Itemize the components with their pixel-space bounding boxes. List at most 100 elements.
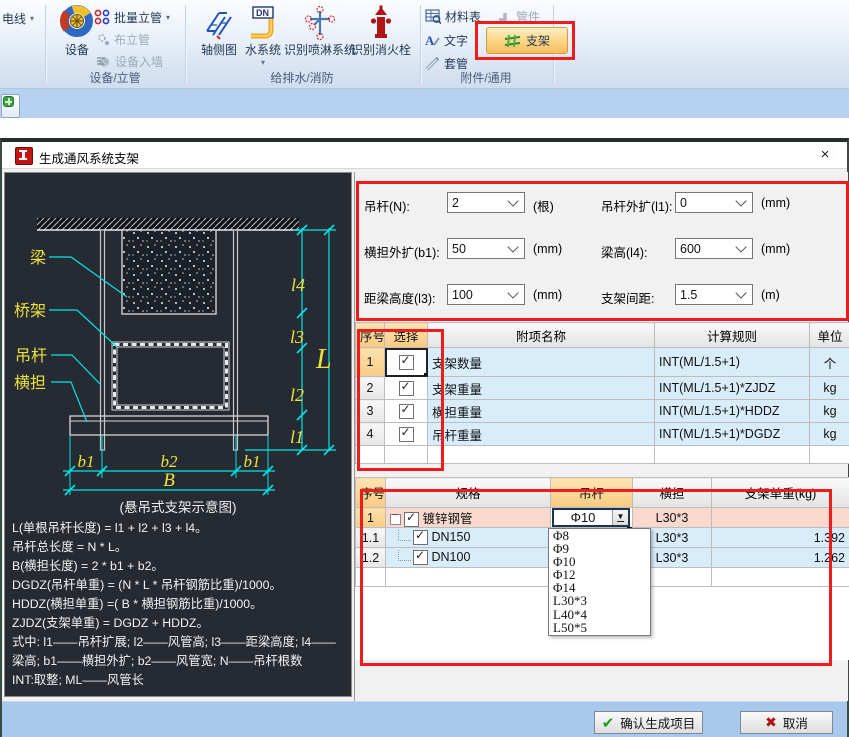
close-icon[interactable]: ×	[815, 145, 835, 165]
ribbon-group-label-plumbing: 给排水/消防	[252, 69, 352, 86]
t2-row2-no[interactable]: 1.1	[356, 528, 386, 548]
t2-header-rod[interactable]: 吊杆	[551, 478, 633, 508]
text-icon: A	[425, 33, 440, 48]
checkbox-checked[interactable]: ✓	[399, 427, 414, 442]
ribbon-button-bracket[interactable]: 支架	[486, 27, 568, 54]
t1-row1-select-cell[interactable]: ✓	[385, 348, 428, 377]
t2-row1-no[interactable]: 1	[356, 508, 386, 528]
checkbox-checked[interactable]: ✓	[413, 550, 428, 565]
dropdown-option[interactable]: L30*3	[549, 594, 650, 607]
checkbox-checked[interactable]: ✓	[413, 530, 428, 545]
checkbox-checked[interactable]: ✓	[404, 512, 419, 527]
t1-row4-no[interactable]: 4	[356, 423, 385, 446]
checkbox-checked[interactable]: ✓	[399, 355, 414, 370]
t1-row4-name[interactable]: 吊杆重量	[428, 423, 655, 446]
dropdown-option[interactable]: L50*5	[549, 621, 650, 634]
t1-empty-cell[interactable]	[428, 446, 655, 464]
t1-header-rule[interactable]: 计算规则	[655, 323, 810, 348]
field-label-rod-count: 吊杆(N):	[364, 196, 410, 215]
t1-header-unit[interactable]: 单位	[810, 323, 849, 348]
table-row: 4 ✓ 吊杆重量 INT(ML/1.5+1)*DGDZ kg	[356, 423, 849, 446]
dialog-generate-duct-bracket: 生成通风系统支架 ×	[0, 138, 849, 737]
field-beam-distance-value: 100	[448, 288, 509, 302]
t1-row1-name[interactable]: 支架数量	[428, 348, 655, 377]
t1-row3-rule[interactable]: INT(ML/1.5+1)*HDDZ	[655, 400, 810, 423]
confirm-button[interactable]: ✔ 确认生成项目	[594, 711, 703, 734]
t1-header-select[interactable]: 选择	[385, 323, 428, 348]
check-icon: ✓	[401, 353, 411, 367]
tree-collapse-icon[interactable]: −	[390, 514, 401, 525]
device-icon	[60, 5, 94, 41]
t1-row2-select-cell[interactable]: ✓	[385, 377, 428, 400]
formula-line: 吊杆总长度 = N * L。	[12, 538, 348, 557]
t2-row2-spec-cell[interactable]: ✓ DN150	[386, 528, 551, 548]
dropdown-option[interactable]: L40*4	[549, 608, 650, 621]
field-bracket-spacing[interactable]: 1.5	[675, 284, 753, 305]
quick-add-button[interactable]	[1, 94, 20, 118]
rod-spec-combo[interactable]: Φ10 ▼	[552, 508, 630, 527]
t1-row4-select-cell[interactable]: ✓	[385, 423, 428, 446]
t2-header-weight[interactable]: 支架单重(kg)	[712, 478, 849, 508]
t2-empty-cell[interactable]	[356, 568, 386, 587]
confirm-button-label: 确认生成项目	[620, 713, 695, 732]
t2-row1-weight[interactable]	[712, 508, 849, 528]
ribbon-button-identify-hydrant[interactable]: 识别消火栓	[348, 5, 414, 58]
t2-row1-spec-cell[interactable]: −✓ 镀锌钢管	[386, 508, 551, 528]
t1-header-name[interactable]: 附项名称	[428, 323, 655, 348]
t2-empty-cell[interactable]	[712, 568, 849, 587]
field-rod-count[interactable]: 2	[447, 192, 525, 213]
t1-empty-cell[interactable]	[655, 446, 810, 464]
t2-header-arm[interactable]: 横担	[633, 478, 712, 508]
checkbox-checked[interactable]: ✓	[399, 381, 414, 396]
field-beam-height-value: 600	[676, 242, 737, 256]
formula-line: HDDZ(横担单重) =( B * 横担钢筋比重)/1000。	[12, 595, 348, 614]
t1-row1-no[interactable]: 1	[356, 348, 385, 377]
checkbox-checked[interactable]: ✓	[399, 404, 414, 419]
dialog-titlebar[interactable]: 生成通风系统支架 ×	[2, 142, 847, 169]
t1-empty-cell[interactable]	[385, 446, 428, 464]
field-label-arm-extend: 横担外扩(b1):	[364, 242, 440, 261]
field-beam-distance[interactable]: 100	[447, 284, 525, 305]
t1-row2-unit[interactable]: kg	[810, 377, 849, 400]
dim-l1: l1	[290, 427, 304, 447]
t2-row3-spec-cell[interactable]: ✓ DN100	[386, 548, 551, 568]
t2-row2-weight[interactable]: 1.392	[712, 528, 849, 548]
ribbon-button-material-table[interactable]: 材料表	[425, 7, 481, 25]
t2-empty-cell[interactable]	[386, 568, 551, 587]
t1-row3-select-cell[interactable]: ✓	[385, 400, 428, 423]
cancel-button[interactable]: ✖ 取消	[740, 711, 833, 734]
combo-drop-icon[interactable]: ▼	[612, 510, 628, 525]
t2-header-spec[interactable]: 规格	[386, 478, 551, 508]
t1-row3-no[interactable]: 3	[356, 400, 385, 423]
field-label-rod-extend: 吊杆外扩(l1):	[601, 196, 673, 215]
t1-row3-name[interactable]: 横担重量	[428, 400, 655, 423]
field-beam-height[interactable]: 600	[675, 238, 753, 259]
t2-header-no[interactable]: 序号	[356, 478, 386, 508]
ribbon-button-batch-risers[interactable]: 批量立管 ▾	[94, 8, 170, 26]
t1-row4-unit[interactable]: kg	[810, 423, 849, 446]
t1-empty-cell[interactable]	[810, 446, 849, 464]
t1-row2-name[interactable]: 支架重量	[428, 377, 655, 400]
ribbon-item-cable[interactable]: 电线 ▾	[2, 10, 34, 27]
t2-row3-no[interactable]: 1.2	[356, 548, 386, 568]
field-unit-rod-extend: (mm)	[761, 196, 790, 210]
t1-row2-no[interactable]: 2	[356, 377, 385, 400]
t1-header-no[interactable]: 序号	[356, 323, 385, 348]
ribbon-button-text[interactable]: A 文字	[425, 31, 468, 49]
t2-row3-weight[interactable]: 1.262	[712, 548, 849, 568]
fill-handle[interactable]	[424, 373, 428, 377]
t2-row1-arm[interactable]: L30*3	[633, 508, 712, 528]
ribbon-button-identify-sprinkler[interactable]: 识别喷淋系统	[282, 5, 358, 58]
t1-row1-rule[interactable]: INT(ML/1.5+1)	[655, 348, 810, 377]
t1-empty-cell[interactable]	[356, 446, 385, 464]
t1-row3-unit[interactable]: kg	[810, 400, 849, 423]
t1-row2-rule[interactable]: INT(ML/1.5+1)*ZJDZ	[655, 377, 810, 400]
dialog-icon	[15, 147, 33, 165]
t1-row1-unit[interactable]: 个	[810, 348, 849, 377]
field-arm-extend[interactable]: 50	[447, 238, 525, 259]
ribbon-button-device-label: 设备	[65, 41, 89, 58]
ribbon-button-text-label: 文字	[444, 32, 468, 49]
bracket-icon	[504, 34, 521, 48]
field-rod-extend[interactable]: 0	[675, 192, 753, 213]
t1-row4-rule[interactable]: INT(ML/1.5+1)*DGDZ	[655, 423, 810, 446]
